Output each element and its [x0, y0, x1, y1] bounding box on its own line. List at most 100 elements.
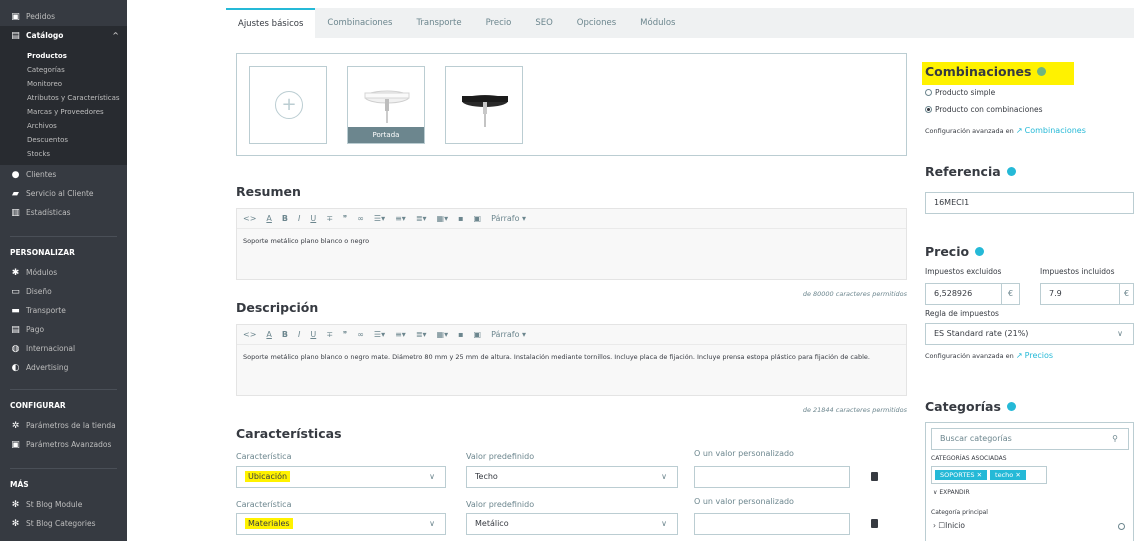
caracteristicas-title: Características	[236, 426, 342, 441]
subnav-descuentos[interactable]: Descuentos	[0, 133, 127, 147]
align-icon[interactable]: ☰▾	[374, 330, 385, 339]
sidebar-item-transporte[interactable]: ▬ Transporte	[0, 301, 127, 320]
format-select[interactable]: Párrafo ▾	[491, 214, 526, 223]
sidebar-item-servicio[interactable]: ▰ Servicio al Cliente	[0, 184, 127, 203]
inbox-icon: ▣	[11, 11, 20, 22]
underline-icon[interactable]: U	[310, 330, 316, 339]
image-icon[interactable]: ▪	[458, 214, 463, 223]
numbered-list-icon[interactable]: ≣▾	[416, 214, 427, 223]
feature-select[interactable]: Ubicación ∨	[236, 466, 446, 488]
format-select[interactable]: Párrafo ▾	[491, 330, 526, 339]
sidebar-item-internacional[interactable]: ◍ Internacional	[0, 339, 127, 358]
add-image-button[interactable]: +	[249, 66, 327, 144]
subnav-categorias[interactable]: Categorías	[0, 63, 127, 77]
code-icon[interactable]: <>	[243, 214, 256, 223]
sidebar-item-advertising[interactable]: ◐ Advertising	[0, 358, 127, 377]
option-producto-simple[interactable]: Producto simple	[925, 88, 995, 97]
sidebar-item-pago[interactable]: ▤ Pago	[0, 320, 127, 339]
subnav-monitoreo[interactable]: Monitoreo	[0, 77, 127, 91]
tax-rule-select[interactable]: ES Standard rate (21%) ∨	[925, 323, 1134, 345]
bold-icon[interactable]: B	[282, 330, 288, 339]
radio-icon[interactable]	[925, 89, 932, 96]
sidebar-item-st-blog-module[interactable]: ✻ St Blog Module	[0, 495, 127, 514]
feature-select[interactable]: Materiales ∨	[236, 513, 446, 535]
quote-icon[interactable]: ❞	[343, 330, 347, 339]
resumen-text[interactable]: Soporte metálico plano blanco o negro	[237, 229, 906, 253]
sidebar-item-estadisticas[interactable]: ▥ Estadísticas	[0, 203, 127, 222]
align-icon[interactable]: ☰▾	[374, 214, 385, 223]
subnav-marcas[interactable]: Marcas y Proveedores	[0, 105, 127, 119]
bullet-list-icon[interactable]: ≡▾	[395, 214, 406, 223]
bold-icon[interactable]: B	[282, 214, 288, 223]
table-icon[interactable]: ▦▾	[437, 330, 449, 339]
category-chip[interactable]: techo ✕	[990, 470, 1026, 480]
sidebar-item-st-blog-categories[interactable]: ✻ St Blog Categories	[0, 514, 127, 533]
tab-combinaciones[interactable]: Combinaciones	[315, 8, 404, 38]
tab-opciones[interactable]: Opciones	[565, 8, 628, 38]
subnav-stocks[interactable]: Stocks	[0, 147, 127, 161]
product-image-black[interactable]	[445, 66, 523, 144]
tab-transporte[interactable]: Transporte	[404, 8, 473, 38]
product-image-white[interactable]: Portada	[347, 66, 425, 144]
tab-ajustes-basicos[interactable]: Ajustes básicos	[226, 8, 316, 38]
value-select[interactable]: Metálico ∨	[466, 513, 678, 535]
table-icon[interactable]: ▦▾	[437, 214, 449, 223]
subnav-atributos[interactable]: Atributos y Características	[0, 91, 127, 105]
tab-precio[interactable]: Precio	[474, 8, 524, 38]
category-search-input[interactable]: Buscar categorías ⚲	[931, 428, 1129, 450]
price-incl-input[interactable]: 7.9 €	[1040, 283, 1134, 305]
category-chip[interactable]: SOPORTES ✕	[935, 470, 988, 480]
numbered-list-icon[interactable]: ≣▾	[416, 330, 427, 339]
tab-modulos[interactable]: Módulos	[628, 8, 687, 38]
sidebar-item-clientes[interactable]: ● Clientes	[0, 165, 127, 184]
category-tree-inicio[interactable]: › ☐Inicio	[933, 521, 965, 530]
expand-toggle[interactable]: ∨ EXPANDIR	[933, 489, 970, 496]
italic-icon[interactable]: I	[298, 330, 300, 339]
divider	[10, 236, 117, 237]
sidebar-item-parametros-tienda[interactable]: ✲ Parámetros de la tienda	[0, 416, 127, 435]
trash-icon[interactable]	[871, 472, 878, 481]
text-color-icon[interactable]: A	[266, 330, 271, 339]
main-category-radio[interactable]	[1118, 523, 1125, 530]
sidebar-item-diseno[interactable]: ▭ Diseño	[0, 282, 127, 301]
regla-impuestos-label: Regla de impuestos	[925, 309, 999, 318]
strikethrough-icon[interactable]: ∓	[326, 330, 333, 339]
sidebar-item-parametros-avanzados[interactable]: ▣ Parámetros Avanzados	[0, 435, 127, 454]
subnav-productos[interactable]: Productos	[0, 49, 127, 63]
link-icon[interactable]: ∞	[357, 330, 364, 339]
custom-value-input[interactable]	[694, 513, 850, 535]
radio-selected-icon[interactable]	[925, 106, 932, 113]
link-icon[interactable]: ∞	[357, 214, 364, 223]
bullet-list-icon[interactable]: ≡▾	[395, 330, 406, 339]
media-icon[interactable]: ▣	[474, 214, 482, 223]
price-excl-input[interactable]: 6,528926 €	[925, 283, 1020, 305]
monitor-icon: ▭	[11, 286, 20, 297]
text-color-icon[interactable]: A	[266, 214, 271, 223]
blog-icon: ✻	[11, 499, 20, 510]
strikethrough-icon[interactable]: ∓	[326, 214, 333, 223]
media-icon[interactable]: ▣	[474, 330, 482, 339]
sidebar-item-modulos[interactable]: ✱ Módulos	[0, 263, 127, 282]
tab-seo[interactable]: SEO	[523, 8, 564, 38]
code-icon[interactable]: <>	[243, 330, 256, 339]
underline-icon[interactable]: U	[310, 214, 316, 223]
descripcion-text[interactable]: Soporte metálico plano blanco o negro ma…	[237, 345, 906, 369]
precios-link[interactable]: Precios	[1025, 351, 1053, 360]
custom-value-input[interactable]	[694, 466, 850, 488]
globe-icon: ◍	[11, 343, 20, 354]
resumen-editor[interactable]: <> A B I U ∓ ❞ ∞ ☰▾ ≡▾ ≣▾ ▦▾ ▪ ▣ Párrafo…	[236, 208, 907, 280]
descripcion-editor[interactable]: <> A B I U ∓ ❞ ∞ ☰▾ ≡▾ ≣▾ ▦▾ ▪ ▣ Párrafo…	[236, 324, 907, 396]
divider	[10, 468, 117, 469]
sidebar-item-catalogo[interactable]: ▤ Catálogo ^	[0, 26, 127, 45]
value-select[interactable]: Techo ∨	[466, 466, 678, 488]
image-icon[interactable]: ▪	[458, 330, 463, 339]
option-producto-combinaciones[interactable]: Producto con combinaciones	[925, 105, 1043, 114]
trash-icon[interactable]	[871, 519, 878, 528]
info-dot-icon	[975, 247, 985, 256]
quote-icon[interactable]: ❞	[343, 214, 347, 223]
italic-icon[interactable]: I	[298, 214, 300, 223]
combinaciones-link[interactable]: Combinaciones	[1025, 126, 1086, 135]
referencia-input[interactable]: 16MECI1	[925, 192, 1134, 214]
subnav-archivos[interactable]: Archivos	[0, 119, 127, 133]
sidebar-item-pedidos[interactable]: ▣ Pedidos	[0, 7, 127, 26]
